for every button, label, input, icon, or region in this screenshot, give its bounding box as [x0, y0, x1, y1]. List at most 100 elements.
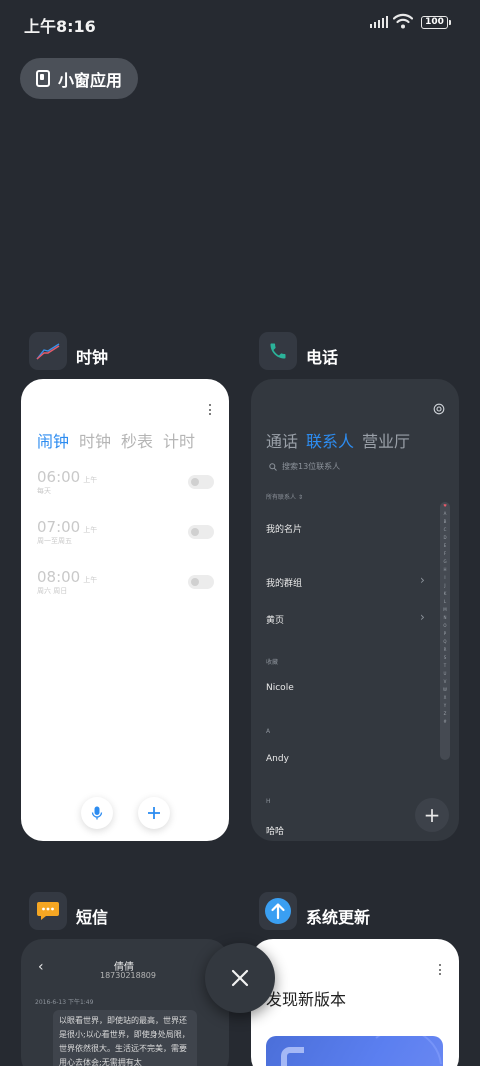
microphone-icon — [91, 806, 103, 820]
update-more-icon[interactable] — [438, 964, 441, 975]
alarm-ampm: 上午 — [83, 476, 98, 484]
index-letter[interactable]: N — [440, 614, 450, 622]
index-letter[interactable]: J — [440, 582, 450, 590]
back-arrow-icon[interactable]: ‹ — [38, 959, 44, 975]
index-letter[interactable]: D — [440, 534, 450, 542]
index-letter[interactable]: A — [440, 510, 450, 518]
plus-icon — [148, 807, 160, 819]
index-letter[interactable]: R — [440, 646, 450, 654]
clock-app-name: 时钟 — [76, 348, 109, 367]
index-letter[interactable]: I — [440, 574, 450, 582]
tab-contacts[interactable]: 联系人 — [306, 428, 354, 452]
wifi-icon — [393, 13, 413, 29]
clock-app-icon[interactable] — [29, 332, 67, 370]
small-window-apps-label: 小窗应用 — [58, 70, 123, 90]
plus-icon: + — [423, 803, 441, 827]
index-letter[interactable]: K — [440, 590, 450, 598]
sms-app-name: 短信 — [76, 908, 109, 927]
alarm-item[interactable]: 06:00 上午 每天 — [37, 467, 97, 496]
index-letter[interactable]: X — [440, 694, 450, 702]
search-icon — [269, 462, 277, 471]
index-letter[interactable]: S — [440, 654, 450, 662]
close-all-button[interactable] — [205, 943, 275, 1013]
contact-search[interactable]: 搜索13位联系人 — [269, 461, 340, 472]
add-contact-button[interactable]: + — [415, 798, 449, 832]
index-letter[interactable]: W — [440, 686, 450, 694]
index-letter[interactable]: Q — [440, 638, 450, 646]
index-letter[interactable]: ♥ — [440, 502, 450, 510]
update-title: 发现新版本 — [266, 990, 347, 1009]
index-letter[interactable]: L — [440, 598, 450, 606]
yellow-pages-item[interactable]: 黄页 — [266, 613, 284, 626]
alarm-toggle[interactable] — [188, 575, 214, 589]
banner-decoration — [281, 1036, 442, 1066]
index-letter[interactable]: F — [440, 550, 450, 558]
all-contacts-filter[interactable]: 所有联系人 ⇕ — [266, 492, 303, 501]
clock-tabs: 闹钟 时钟 秒表 计时 — [37, 428, 195, 452]
phone-app-name: 电话 — [306, 348, 339, 367]
close-icon — [231, 969, 249, 987]
alarm-toggle[interactable] — [188, 475, 214, 489]
index-letter[interactable]: Z — [440, 710, 450, 718]
chevron-right-icon: › — [420, 573, 425, 587]
alarm-ampm: 上午 — [83, 576, 98, 584]
tab-timer[interactable]: 计时 — [163, 428, 195, 452]
add-alarm-button[interactable] — [138, 797, 170, 829]
index-letter[interactable]: H — [440, 566, 450, 574]
index-letter[interactable]: G — [440, 558, 450, 566]
phone-handset-icon — [270, 343, 286, 359]
alarm-repeat: 每天 — [37, 487, 51, 495]
index-letter[interactable]: U — [440, 670, 450, 678]
my-groups-item[interactable]: 我的群组 — [266, 576, 302, 589]
favorites-header: 收藏 — [266, 659, 279, 666]
index-letter[interactable]: Y — [440, 702, 450, 710]
contact-item[interactable]: Nicole — [266, 683, 294, 693]
index-letter[interactable]: V — [440, 678, 450, 686]
index-letter[interactable]: P — [440, 630, 450, 638]
alarm-toggle[interactable] — [188, 525, 214, 539]
settings-icon[interactable] — [433, 403, 445, 415]
index-letter[interactable]: B — [440, 518, 450, 526]
clock-more-icon[interactable] — [208, 404, 211, 415]
index-letter[interactable]: M — [440, 606, 450, 614]
alarm-item[interactable]: 08:00 上午 周六 周日 — [37, 567, 97, 596]
message-bubble-icon — [37, 902, 59, 920]
tab-alarm[interactable]: 闹钟 — [37, 428, 69, 452]
index-letter[interactable]: T — [440, 662, 450, 670]
small-window-icon — [36, 70, 50, 87]
phone-tabs: 通话 联系人 营业厅 — [266, 428, 410, 452]
update-arrow-icon — [265, 898, 291, 924]
section-header-a: A — [266, 728, 271, 735]
voice-alarm-button[interactable] — [81, 797, 113, 829]
all-contacts-label: 所有联系人 — [266, 494, 297, 501]
alarm-repeat: 周六 周日 — [37, 587, 68, 595]
index-letter[interactable]: C — [440, 526, 450, 534]
signal-icon — [370, 16, 388, 28]
alarm-time: 06:00 — [37, 468, 81, 486]
battery-indicator: 100 — [421, 16, 451, 29]
alarm-time: 07:00 — [37, 518, 81, 536]
sms-timestamp: 2016-6-13 下午1:49 — [35, 999, 94, 1006]
chevron-right-icon: › — [420, 610, 425, 624]
index-letter[interactable]: E — [440, 542, 450, 550]
contact-item[interactable]: 哈哈 — [266, 824, 284, 837]
index-letter[interactable]: O — [440, 622, 450, 630]
alarm-repeat: 周一至周五 — [37, 537, 72, 545]
tab-clock[interactable]: 时钟 — [79, 428, 111, 452]
alarm-time: 08:00 — [37, 568, 81, 586]
sms-message-bubble: 以眼看世界，即使站的最高，世界还是很小;以心看世界，即使身处局限，世界依然很大。… — [53, 1010, 197, 1066]
alarm-item[interactable]: 07:00 上午 周一至周五 — [37, 517, 97, 546]
update-app-icon[interactable] — [259, 892, 297, 930]
index-letter[interactable]: # — [440, 718, 450, 726]
alphabet-index[interactable]: ♥ A B C D E F G H I J K L M N O P Q R S T U V W X Y Z # — [440, 502, 450, 760]
search-placeholder: 搜索13位联系人 — [282, 462, 341, 471]
tab-calls[interactable]: 通话 — [266, 428, 298, 452]
tab-stopwatch[interactable]: 秒表 — [121, 428, 153, 452]
phone-app-icon[interactable] — [259, 332, 297, 370]
my-card-item[interactable]: 我的名片 — [266, 522, 302, 535]
tab-service-hall[interactable]: 营业厅 — [362, 428, 410, 452]
alarm-ampm: 上午 — [83, 526, 98, 534]
sms-app-icon[interactable] — [29, 892, 67, 930]
small-window-apps-button[interactable]: 小窗应用 — [20, 58, 138, 99]
contact-item[interactable]: Andy — [266, 754, 289, 764]
